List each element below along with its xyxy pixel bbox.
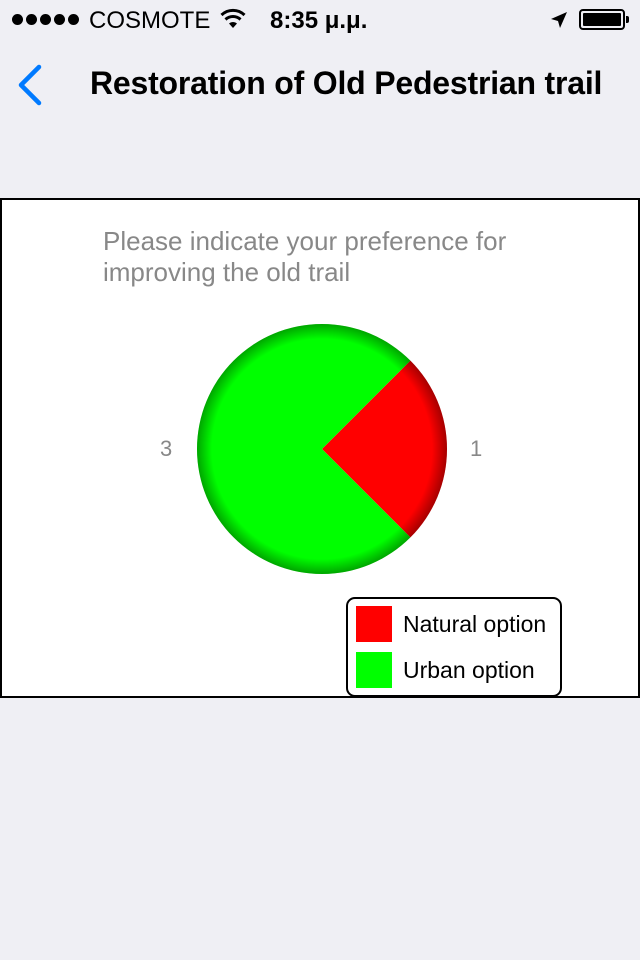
wifi-icon: [220, 8, 246, 28]
legend-swatch-natural: [356, 606, 392, 642]
chart-panel: Please indicate your preference for impr…: [0, 198, 640, 698]
status-time: 8:35 μ.μ.: [270, 7, 368, 34]
legend-label-natural: Natural option: [403, 610, 547, 637]
back-button[interactable]: [10, 58, 60, 108]
carrier-name: COSMOTE: [89, 7, 211, 34]
chevron-left-icon: [18, 64, 42, 106]
pie-edge-shading: [197, 324, 447, 574]
page-title: Restoration of Old Pedestrian trail: [90, 65, 603, 101]
legend-label-urban: Urban option: [403, 656, 535, 683]
chart-legend: Natural option Urban option: [346, 597, 562, 697]
data-label-natural: 1: [470, 436, 483, 461]
status-bar: COSMOTE 8:35 μ.μ.: [0, 0, 640, 40]
navigation-bar: Restoration of Old Pedestrian trail: [0, 40, 640, 128]
legend-item-urban: Urban option: [356, 651, 535, 689]
legend-item-natural: Natural option: [356, 605, 546, 643]
battery-icon: [579, 9, 629, 30]
location-arrow-icon: [551, 12, 567, 28]
legend-swatch-urban: [356, 652, 392, 688]
data-label-urban: 3: [160, 436, 173, 461]
signal-strength-icon: [12, 14, 79, 25]
